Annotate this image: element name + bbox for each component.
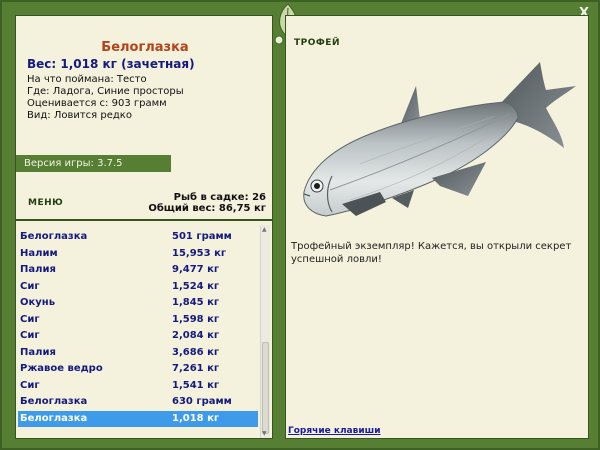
fish-info-panel: Белоглазка Вес: 1,018 кг (зачетная) На ч… [15, 15, 273, 220]
fish-picture [303, 62, 576, 217]
sadok-count: Рыб в садке: 26 [173, 192, 266, 203]
catch-weight: 1,598 кг [172, 313, 220, 325]
version-bar: Версия игры: 3.7.5 [16, 155, 171, 172]
catch-name: Сиг [20, 379, 40, 391]
table-row[interactable]: Белоглазка 501 грамм [18, 229, 258, 246]
catch-name: Белоглазка [20, 396, 88, 407]
catch-weight: 7,261 кг [172, 363, 220, 374]
catch-weight: 630 грамм [172, 396, 232, 407]
fish-title: Белоглазка [101, 40, 189, 55]
catch-weight: 2,084 кг [172, 330, 220, 341]
catch-name: Сиг [20, 330, 40, 341]
catch-name: Белоглазка [20, 412, 88, 424]
scroll-up-arrow-icon[interactable]: ▲ [262, 226, 267, 233]
catch-name: Сиг [20, 280, 40, 292]
table-row[interactable]: Сиг 1,524 кг [18, 279, 258, 296]
catch-weight: 15,953 кг [172, 247, 227, 259]
table-row[interactable]: Белоглазка 1,018 кг [18, 410, 258, 427]
total-weight: Общий вес: 86,75 кг [148, 203, 266, 214]
catch-name: Палия [20, 264, 56, 275]
list-scrollbar[interactable]: ▲ ▼ [260, 225, 270, 438]
table-row[interactable]: Палия 3,686 кг [18, 345, 258, 362]
catch-weight: 1,018 кг [172, 412, 220, 424]
fish-location-line: Где: Ладога, Синие просторы [27, 86, 184, 97]
table-row[interactable]: Белоглазка 630 грамм [18, 394, 258, 411]
catch-weight: 501 грамм [172, 231, 232, 242]
catch-name: Налим [20, 247, 58, 259]
trophy-message: Трофейный экземпляр! Кажется, вы открыли… [291, 241, 572, 265]
catch-weight: 1,845 кг [172, 297, 220, 308]
trophy-panel: ТРОФЕЙ Трофейный экземпляр! Кажется, вы … [285, 15, 589, 439]
scroll-down-arrow-icon[interactable]: ▼ [262, 430, 267, 437]
table-row[interactable]: Налим 15,953 кг [18, 246, 258, 263]
menu-button[interactable]: МЕНЮ [28, 198, 63, 208]
fish-rarity-line: Вид: Ловится редко [27, 110, 132, 121]
table-row[interactable]: Сиг 1,598 кг [18, 312, 258, 329]
fish-weight: Вес: 1,018 кг (зачетная) [27, 57, 195, 71]
catch-list-panel: Белоглазка 501 грамм Налим 15,953 кг Палия… [15, 220, 273, 439]
fish-threshold-line: Оценивается с: 903 грамм [27, 98, 167, 109]
catch-weight: 9,477 кг [172, 264, 220, 275]
game-window-frame: X Белоглазка Вес: 1,018 кг (зачетная) На… [0, 0, 600, 450]
table-row[interactable]: Окунь 1,845 кг [18, 295, 258, 312]
scroll-thumb[interactable] [262, 342, 269, 434]
catch-weight: 1,524 кг [172, 280, 220, 292]
fish-bait-line: На что поймана: Тесто [27, 74, 147, 85]
catch-list: Белоглазка 501 грамм Налим 15,953 кг Палия… [18, 229, 258, 427]
catch-weight: 3,686 кг [172, 346, 220, 358]
catch-weight: 1,541 кг [172, 379, 220, 391]
table-row[interactable]: Сиг 2,084 кг [18, 328, 258, 345]
table-row[interactable]: Сиг 1,541 кг [18, 378, 258, 395]
table-row[interactable]: Ржавое ведро 7,261 кг [18, 361, 258, 378]
table-row[interactable]: Палия 9,477 кг [18, 262, 258, 279]
catch-name: Окунь [20, 297, 56, 308]
catch-name: Белоглазка [20, 231, 88, 242]
catch-name: Палия [20, 346, 56, 358]
catch-name: Сиг [20, 313, 40, 325]
catch-name: Ржавое ведро [20, 363, 103, 374]
hotkeys-link[interactable]: Горячие клавиши [288, 426, 381, 436]
